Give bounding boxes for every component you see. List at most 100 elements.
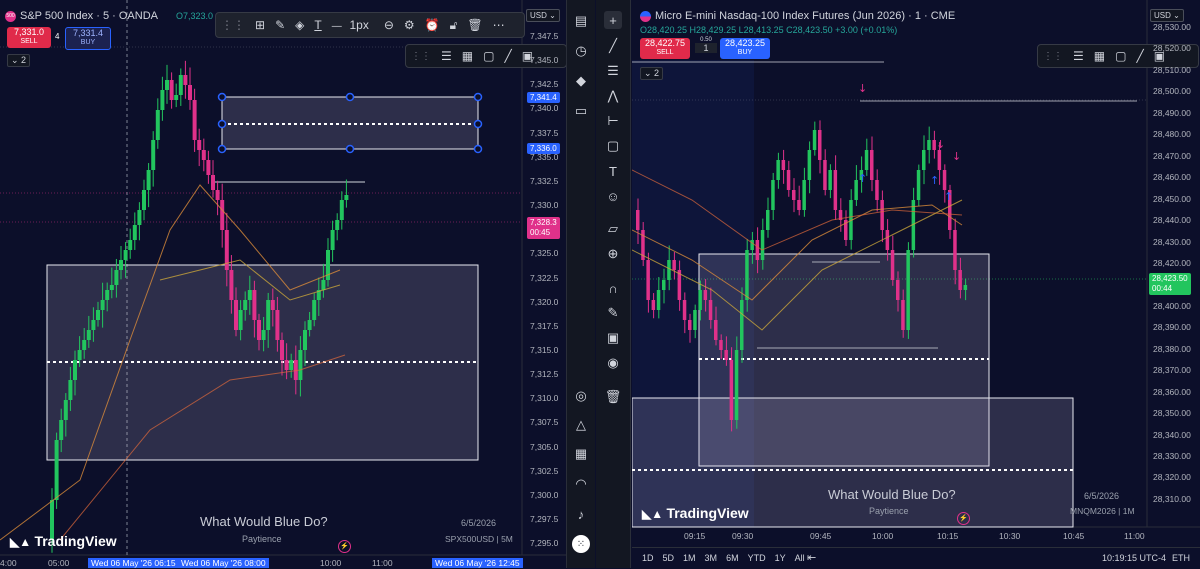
candle-body [662, 280, 666, 290]
timeframe-button[interactable]: 1D [642, 553, 654, 563]
trendline-icon[interactable]: ╱ [499, 49, 516, 63]
drag-handle-icon[interactable]: ⋮⋮ [406, 51, 436, 62]
timeframe-button[interactable]: 6M [726, 553, 739, 563]
eye-icon[interactable]: ◉ [604, 354, 622, 372]
left-date-stamp: 6/5/2026 [461, 518, 497, 528]
candle-body [54, 440, 59, 500]
broadcast-icon[interactable]: ◠ [572, 475, 590, 493]
pencil-icon[interactable]: ✎ [270, 18, 290, 32]
candle-body [766, 210, 770, 230]
session-label[interactable]: ETH [1172, 553, 1190, 563]
lines-icon[interactable]: ☰ [1068, 49, 1089, 63]
left-chart-canvas[interactable] [0, 0, 566, 568]
text-tool-icon[interactable]: T [604, 162, 622, 180]
remove-drawings-icon[interactable]: 🗑︎ [604, 388, 622, 406]
right-watermark-author: Paytience [869, 506, 909, 516]
candle-body [870, 150, 874, 180]
timeframe-button[interactable]: 1M [683, 553, 696, 563]
left-brand: TradingView [34, 533, 117, 549]
grid-icon[interactable]: ▦ [1089, 49, 1110, 63]
right-sell-button[interactable]: 28,422.75 SELL [640, 38, 690, 59]
candle-body [812, 130, 817, 150]
pattern-icon[interactable]: ⋀ [604, 87, 622, 105]
price-tick-label: 7,312.5 [530, 369, 559, 380]
clock-readout[interactable]: 10:19:15 UTC-4 [1102, 553, 1166, 563]
bell-icon[interactable]: ♪ [572, 505, 590, 523]
left-indicator-toggle[interactable]: ⌄ 2 [7, 54, 31, 67]
right-quantity[interactable]: 0.50 1 [695, 37, 717, 53]
zoom-icon[interactable]: ⊕ [604, 245, 622, 263]
lock-icon[interactable]: 🔓︎ [445, 18, 463, 33]
left-symbol-title[interactable]: S&P 500 Index · 5 · OANDA [20, 10, 158, 22]
alert-clock-icon[interactable]: ⏰ [420, 18, 445, 32]
candle-body [896, 280, 900, 300]
lock-drawings-icon[interactable]: ▣ [604, 329, 622, 347]
price-tick-label: 28,460.00 [1153, 172, 1191, 183]
alerts-clock-icon[interactable]: ◷ [572, 42, 590, 60]
timeframe-button[interactable]: All [795, 553, 805, 563]
chat-icon[interactable]: ▭ [572, 102, 590, 120]
drag-handle-icon[interactable]: ⋮⋮ [1038, 51, 1068, 62]
right-buy-label: BUY [737, 49, 753, 56]
timeframe-button[interactable]: 5D [663, 553, 675, 563]
left-sell-button[interactable]: 7,331.0 SELL [7, 27, 51, 48]
idea-icon[interactable]: △ [572, 416, 590, 434]
candle-body [646, 260, 650, 300]
candle-body [828, 170, 832, 190]
settings-icon[interactable]: ⚙ [399, 18, 420, 32]
candle-body [280, 340, 284, 360]
fill-bucket-icon[interactable]: ◈ [290, 18, 309, 32]
candle-body [132, 225, 137, 240]
left-chart-panel[interactable]: 500 S&P 500 Index · 5 · OANDA O7,323.0 7… [0, 0, 567, 568]
grid-icon[interactable]: ▦ [457, 49, 478, 63]
right-replay-icon[interactable]: ⚡ [957, 512, 970, 525]
trend-line-icon[interactable]: ╱ [604, 37, 622, 55]
more-icon[interactable]: ⋯ [488, 18, 510, 32]
left-buy-button[interactable]: 7,331.4 BUY [65, 27, 111, 50]
trash-icon[interactable]: 🗑︎ [462, 18, 487, 32]
pencil-lock-icon[interactable]: ✎ [604, 304, 622, 322]
right-symbol-title[interactable]: Micro E-mini Nasdaq-100 Index Futures (J… [655, 10, 955, 22]
right-buy-button[interactable]: 28,423.25 BUY [720, 38, 770, 59]
date-range-icon[interactable]: ⇤ [807, 551, 816, 564]
projection-icon[interactable]: ⊢ [604, 112, 622, 130]
lines-icon[interactable]: ☰ [436, 49, 457, 63]
left-currency-selector[interactable]: USD ⌄ [526, 9, 560, 22]
emoji-icon[interactable]: ☺ [604, 187, 622, 205]
right-currency-selector[interactable]: USD ⌄ [1150, 9, 1184, 22]
left-replay-icon[interactable]: ⚡ [338, 540, 351, 553]
calendar-icon[interactable]: ▦ [572, 445, 590, 463]
trendline-icon[interactable]: ╱ [1131, 49, 1148, 63]
line-style-icon[interactable]: ⊖ [379, 18, 399, 32]
box-icon[interactable]: ▢ [478, 49, 499, 63]
fib-icon[interactable]: ☰ [604, 62, 622, 80]
right-tradingview-logo[interactable]: ◣▲ TradingView [642, 505, 749, 521]
ruler-icon[interactable]: ▱ [604, 220, 622, 238]
line-width-selector[interactable]: — 1px [327, 18, 379, 32]
price-tick-label: 7,307.5 [530, 417, 559, 428]
compass-icon[interactable]: ◎ [572, 387, 590, 405]
crosshair-icon[interactable]: + [604, 11, 622, 29]
drag-handle-icon[interactable]: ⋮⋮ [216, 18, 250, 32]
watchlist-icon[interactable]: ▤ [572, 12, 590, 30]
candle-body [771, 180, 775, 210]
timeframe-buttons[interactable]: 1D 5D 1M 3M 6M YTD 1Y All [642, 553, 814, 563]
left-tradingview-logo[interactable]: ◣▲ TradingView [10, 533, 117, 549]
candle-body [289, 360, 294, 370]
right-indicator-toggle[interactable]: ⌄ 2 [640, 67, 664, 80]
timeframe-button[interactable]: YTD [748, 553, 766, 563]
magnet-icon[interactable]: ∩ [604, 279, 622, 297]
text-icon[interactable]: T [309, 18, 326, 32]
layers-icon[interactable]: ◆ [572, 72, 590, 90]
rectangle-icon[interactable]: ▢ [604, 137, 622, 155]
box-icon[interactable]: ▢ [1110, 49, 1131, 63]
candle-body [339, 200, 344, 220]
apps-grid-icon[interactable]: ⁙ [572, 535, 590, 553]
timeframe-button[interactable]: 3M [705, 553, 718, 563]
right-chart-panel[interactable]: ↓ ↓ ↓ ↑ ↑ ↑ Micro E-mini Nasdaq-100 Index Fut… [632, 0, 1200, 569]
drawing-toolbar[interactable]: ⋮⋮ ⊞ ✎ ◈ T — 1px ⊖ ⚙ ⏰ 🔓︎ 🗑︎ ⋯ [215, 12, 525, 38]
layout-icon[interactable]: ⊞ [250, 18, 270, 32]
candle-body [247, 290, 252, 300]
timeframe-button[interactable]: 1Y [775, 553, 786, 563]
right-chart-canvas[interactable]: ↓ ↓ ↓ ↑ ↑ ↑ [632, 0, 1200, 568]
